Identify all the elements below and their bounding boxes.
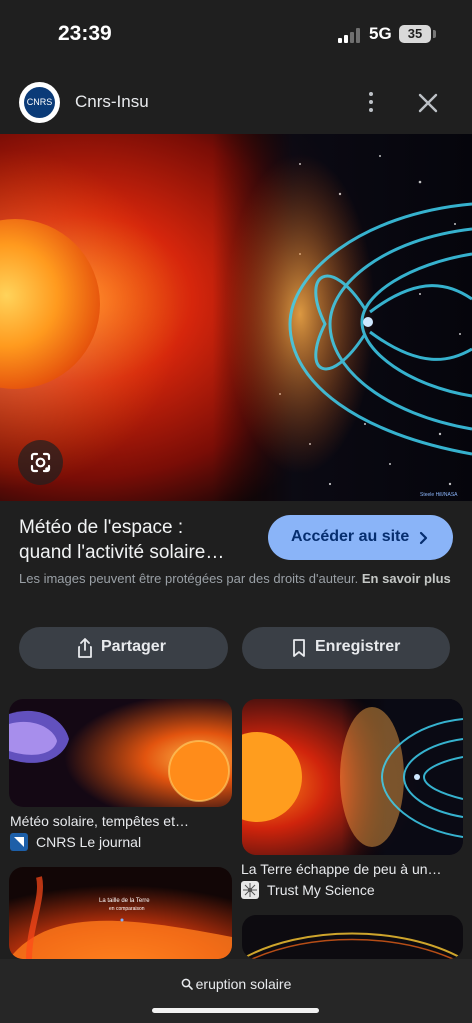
lens-icon: [30, 452, 51, 473]
viewer-header: CNRS Cnrs-Insu: [0, 70, 472, 134]
learn-more-link[interactable]: En savoir plus: [362, 571, 451, 586]
copyright-text: Les images peuvent être protégées par de…: [19, 571, 359, 586]
status-bar: 23:39 5G 35: [0, 0, 472, 70]
close-icon: [418, 93, 438, 113]
related-source-1[interactable]: CNRS Le journal: [36, 834, 141, 850]
share-label: Partager: [101, 638, 166, 655]
close-button[interactable]: [414, 89, 442, 117]
main-image[interactable]: Steele Hill/NASA: [0, 134, 472, 501]
related-title-2[interactable]: La Terre échappe de peu à un…: [241, 861, 442, 877]
source-logo[interactable]: CNRS: [19, 82, 60, 123]
home-indicator[interactable]: [152, 1008, 319, 1013]
related-thumbnail-4: [242, 915, 463, 959]
overlay-caption-line-2: en comparaison: [109, 906, 145, 912]
related-image-2[interactable]: [242, 699, 463, 855]
copyright-notice: Les images peuvent être protégées par de…: [19, 569, 451, 589]
cnrs-favicon-icon: [10, 833, 28, 851]
visit-site-button[interactable]: Accéder au site: [268, 515, 453, 560]
result-title-line-1: Météo de l'espace :: [19, 517, 184, 538]
network-type: 5G: [369, 24, 392, 43]
result-title-line-2: quand l'activité solaire…: [19, 542, 225, 563]
more-options-button[interactable]: [358, 89, 384, 115]
share-button[interactable]: Partager: [19, 627, 228, 669]
visit-site-label: Accéder au site: [291, 528, 410, 545]
battery-tip: [433, 30, 436, 38]
search-query-text: eruption solaire: [195, 976, 292, 992]
save-button[interactable]: Enregistrer: [242, 627, 450, 669]
related-thumbnail-3: La taille de la Terre en comparaison: [9, 867, 232, 959]
battery-icon: 35: [399, 25, 431, 43]
result-title[interactable]: Météo de l'espace : quand l'activité sol…: [19, 515, 254, 565]
save-label: Enregistrer: [315, 638, 401, 655]
related-image-1[interactable]: [9, 699, 232, 807]
lens-button[interactable]: [18, 440, 63, 485]
related-thumbnail-1: [9, 699, 232, 807]
bottom-search-bar[interactable]: eruption solaire: [0, 959, 472, 1023]
space-weather-illustration: Steele Hill/NASA: [0, 134, 472, 501]
overlay-caption-line-1: La taille de la Terre: [99, 898, 150, 904]
related-image-4[interactable]: [242, 915, 463, 959]
search-query[interactable]: eruption solaire: [0, 976, 472, 992]
related-title-1[interactable]: Météo solaire, tempêtes et…: [10, 813, 189, 829]
source-name[interactable]: Cnrs-Insu: [75, 92, 149, 112]
related-image-3[interactable]: La taille de la Terre en comparaison: [9, 867, 232, 959]
bookmark-icon: [293, 639, 305, 657]
image-credit: Steele Hill/NASA: [420, 492, 458, 498]
chevron-right-icon: [419, 531, 428, 545]
related-thumbnail-2: [242, 699, 463, 855]
signal-icon: [338, 28, 362, 43]
related-source-2[interactable]: Trust My Science: [267, 882, 375, 898]
share-icon: [78, 638, 92, 658]
search-icon: [181, 978, 193, 990]
logo-text: CNRS: [24, 87, 55, 118]
trust-my-science-favicon-icon: [241, 881, 259, 899]
status-time: 23:39: [58, 22, 112, 45]
